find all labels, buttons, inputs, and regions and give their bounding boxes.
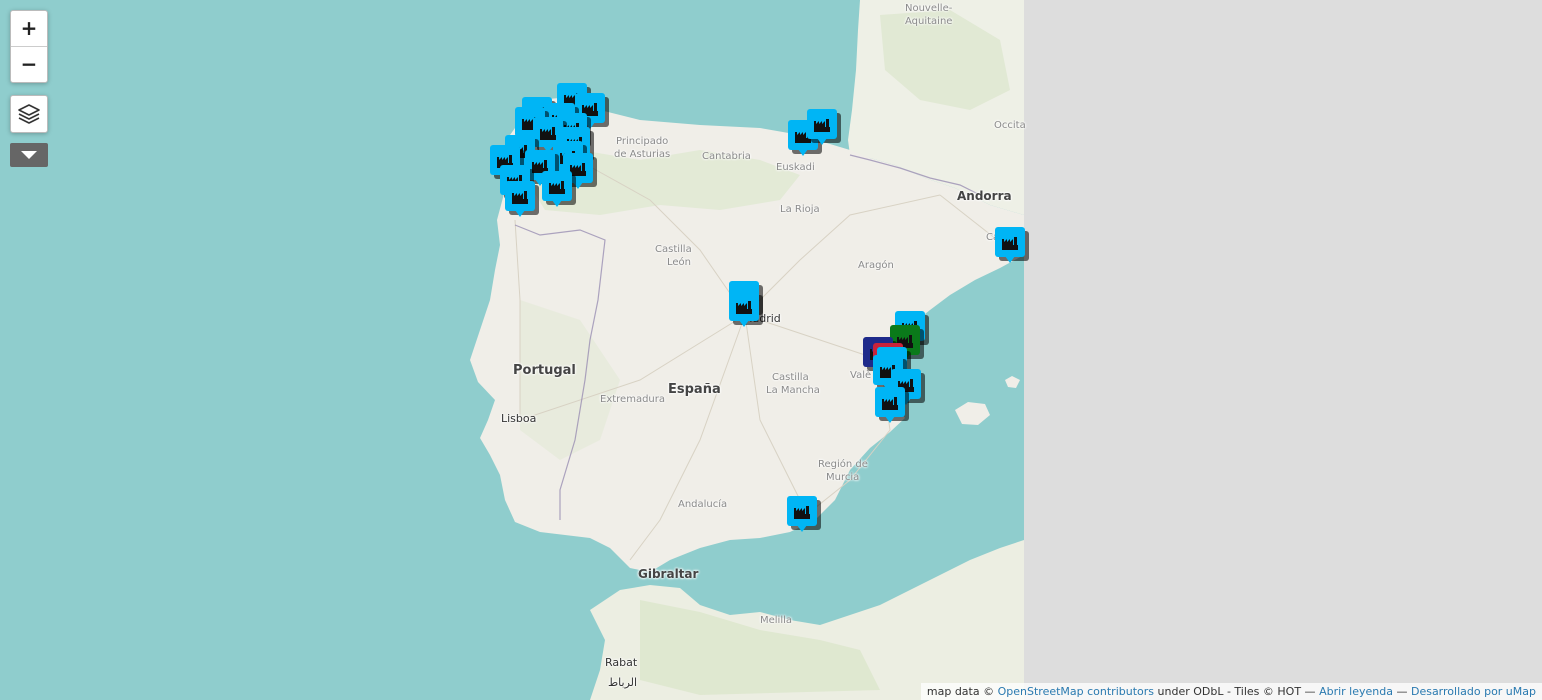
label-region-murcia: Región de [818,459,868,470]
zoom-out-button[interactable]: − [11,46,47,82]
map-marker[interactable] [786,495,822,537]
label-castilla-leon-2: León [667,257,692,268]
label-melilla: Melilla [760,615,793,626]
label-nouvelle-aquitaine-2: Aquitaine [905,16,953,27]
label-rabat: Rabat [605,656,638,669]
label-lisboa: Lisboa [501,412,537,425]
label-occitanie: Occita [994,120,1026,131]
label-region-murcia-2: Murcia [826,472,860,483]
label-castilla-leon: Castilla [655,244,692,255]
attribution-sep: — [1392,685,1411,698]
map-marker[interactable] [541,170,577,212]
layers-icon [18,104,40,124]
label-castilla-mancha: Castilla [772,372,809,383]
label-gibraltar: Gibraltar [638,567,699,581]
label-euskadi: Euskadi [776,162,815,173]
umap-link[interactable]: Desarrollado por uMap [1411,685,1536,698]
osm-link[interactable]: OpenStreetMap contributors [998,685,1154,698]
label-nouvelle-aquitaine: Nouvelle- [905,3,953,14]
map-marker[interactable] [806,108,842,150]
label-rabat-arabic: الرباط [608,676,638,689]
map-marker[interactable] [728,290,764,332]
zoom-control: + − [10,10,48,83]
map-marker[interactable] [874,386,910,428]
map-marker[interactable] [994,226,1030,268]
open-legend-link[interactable]: Abrir leyenda [1319,685,1393,698]
layers-button[interactable] [10,95,48,133]
label-portugal: Portugal [513,363,576,378]
label-cantabria: Cantabria [702,151,751,162]
map-canvas[interactable]: Nouvelle- Aquitaine Principado de Asturi… [0,0,1542,700]
label-principado-2: de Asturias [614,149,671,160]
more-controls-button[interactable] [10,143,48,167]
attribution-middle: under ODbL - Tiles © HOT — [1154,685,1320,698]
label-aragon: Aragón [858,260,894,271]
attribution-prefix: map data © [926,685,998,698]
label-extremadura: Extremadura [600,394,665,405]
caret-down-icon [21,151,37,159]
zoom-in-button[interactable]: + [11,11,47,46]
map-marker[interactable] [504,180,540,222]
label-espana: España [668,382,721,397]
label-castilla-mancha-2: La Mancha [766,385,820,396]
label-principado: Principado [616,136,669,147]
attribution-bar: map data © OpenStreetMap contributors un… [920,683,1542,700]
label-andorra: Andorra [957,189,1012,203]
label-andalucia: Andalucía [678,499,728,510]
label-la-rioja: La Rioja [780,204,820,215]
